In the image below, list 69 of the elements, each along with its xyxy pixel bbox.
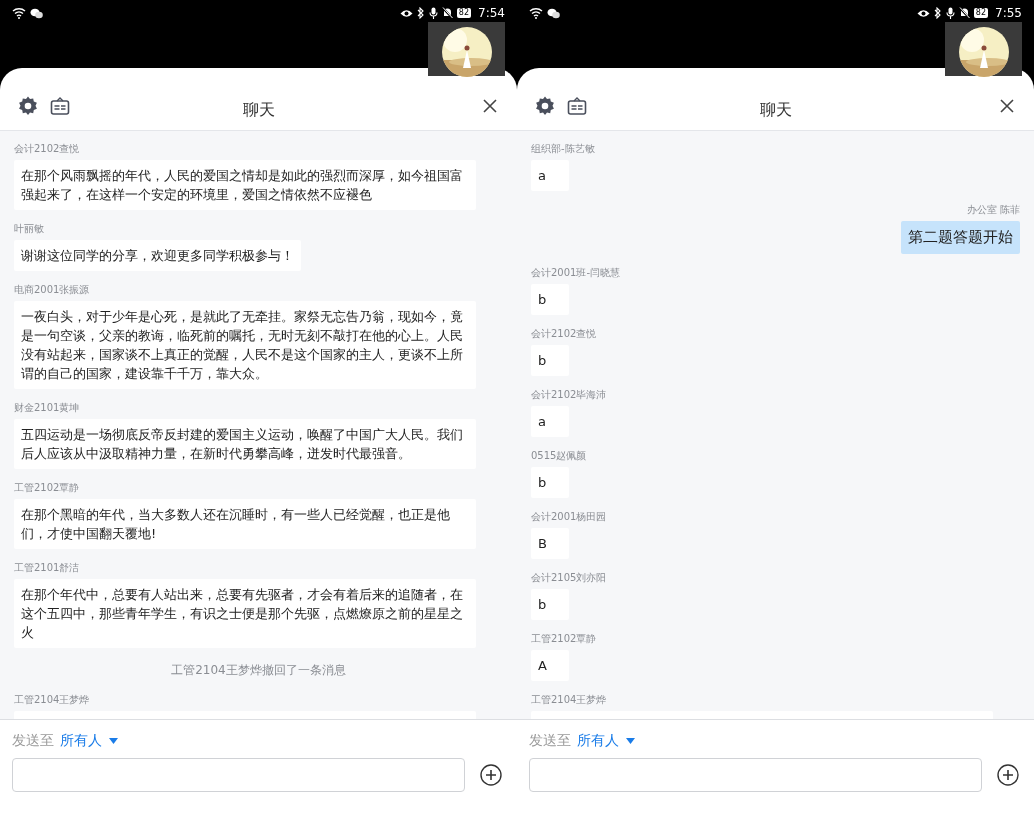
message-bubble: A	[531, 650, 569, 681]
battery-level: 82	[456, 8, 472, 18]
message-bubble: b	[531, 467, 569, 498]
floating-video-window[interactable]	[428, 22, 505, 76]
mic-icon	[945, 7, 955, 19]
sender-name: 工管2104王梦烨	[14, 693, 90, 706]
message-bubble: 第二题答题开始	[901, 221, 1020, 254]
message-bubble: 五四运动是一场彻底反帝反封建的爱国主义运动，唤醒了中国广大人民。我们后人应该从中汲取精神力量，在新时代勇攀高峰，迸发时代最强音。	[14, 419, 476, 469]
message-bubble: 一夜白头，对于少年是心死，是就此了无牵挂。家祭无忘告乃翁，现如今，竟是一句空谈，父亲的教诲，临死前的嘱托，无时无刻不敲打在他的心上。人民没有站起来，国家谈不上真正的觉醒，人民不是这个国家的主人，更谈不上所谓的自己的国家，建设靠千千万，靠大众。	[14, 301, 476, 389]
sender-name: 工管2101舒洁	[14, 561, 80, 574]
eye-icon	[399, 8, 413, 18]
message-bubble: B	[531, 528, 569, 559]
settings-icon[interactable]	[18, 96, 38, 116]
sender-name: 会计2105刘亦阳	[531, 571, 607, 584]
chat-app-icon	[30, 7, 43, 19]
message-bubble: 在那个年代中，总要有人站出来，总要有先驱者，才会有着后来的追随者，在这个五四中，那些青年学生，有识之士便是那个先驱，点燃燎原之前的星星之火	[14, 579, 476, 648]
sender-name: 会计2102查悦	[531, 327, 597, 340]
sender-name: 会计2102查悦	[14, 142, 80, 155]
sender-name: 电商2001张振源	[14, 283, 90, 296]
sender-name: 会计2102毕海沛	[531, 388, 607, 401]
message-input[interactable]	[12, 758, 465, 792]
close-icon[interactable]	[1000, 99, 1014, 113]
chat-app-icon	[547, 7, 560, 19]
close-icon[interactable]	[483, 99, 497, 113]
message-bubble: 在那个黑暗的年代，当大多数人还在沉睡时，有一些人已经觉醒，也正是他们，才使中国翻天覆地!	[14, 499, 476, 549]
bluetooth-icon	[933, 7, 942, 19]
notice-board-icon[interactable]	[567, 96, 587, 116]
sender-name: 办公室 陈菲	[966, 203, 1020, 216]
message-bubble: 谢谢这位同学的分享，欢迎更多同学积极参与！	[14, 240, 301, 271]
battery-level: 82	[973, 8, 989, 18]
message-bubble: b	[531, 589, 569, 620]
message-input[interactable]	[529, 758, 982, 792]
recall-notice: 工管2104王梦烨撤回了一条消息	[171, 662, 346, 679]
message-bubble: a	[531, 406, 569, 437]
caret-icon	[109, 738, 118, 744]
sender-name: 0515赵佩颜	[531, 449, 587, 462]
message-bubble: b	[531, 284, 569, 315]
status-time: 7:55	[995, 6, 1022, 20]
recipient-dropdown[interactable]: 所有人	[577, 732, 635, 750]
sender-name: 工管2102覃静	[14, 481, 80, 494]
sender-name: 会计2001杨田园	[531, 510, 607, 523]
mic-icon	[428, 7, 438, 19]
sender-name: 组织部-陈艺敏	[531, 142, 595, 155]
recipient-dropdown[interactable]: 所有人	[60, 732, 118, 750]
message-bubble: 在那个风雨飘摇的年代，人民的爱国之情却是如此的强烈而深厚，如今祖国富强起来了，在这样一个安定的环境里，爱国之情依然不应褪色	[14, 160, 476, 210]
sender-name: 工管2104王梦烨	[531, 693, 607, 706]
message-bubble: b	[531, 345, 569, 376]
add-icon[interactable]	[997, 764, 1019, 786]
chat-title: 聊天	[242, 100, 275, 121]
caret-icon	[626, 738, 635, 744]
sender-name: 财金2101黄坤	[14, 401, 80, 414]
wifi-icon	[12, 7, 26, 19]
floating-video-window[interactable]	[945, 22, 1022, 76]
bell-off-icon	[441, 7, 453, 19]
send-to-label: 发送至	[12, 732, 54, 750]
status-time: 7:54	[478, 6, 505, 20]
send-to-label: 发送至	[529, 732, 571, 750]
wifi-icon	[529, 7, 543, 19]
message-bubble: a	[531, 160, 569, 191]
sender-name: 会计2001班-闫晓慧	[531, 266, 621, 279]
bell-off-icon	[958, 7, 970, 19]
chat-title: 聊天	[759, 100, 792, 121]
add-icon[interactable]	[480, 764, 502, 786]
notice-board-icon[interactable]	[50, 96, 70, 116]
sender-name: 工管2102覃静	[531, 632, 597, 645]
bluetooth-icon	[416, 7, 425, 19]
eye-icon	[916, 8, 930, 18]
settings-icon[interactable]	[535, 96, 555, 116]
sender-name: 叶丽敏	[14, 222, 44, 235]
